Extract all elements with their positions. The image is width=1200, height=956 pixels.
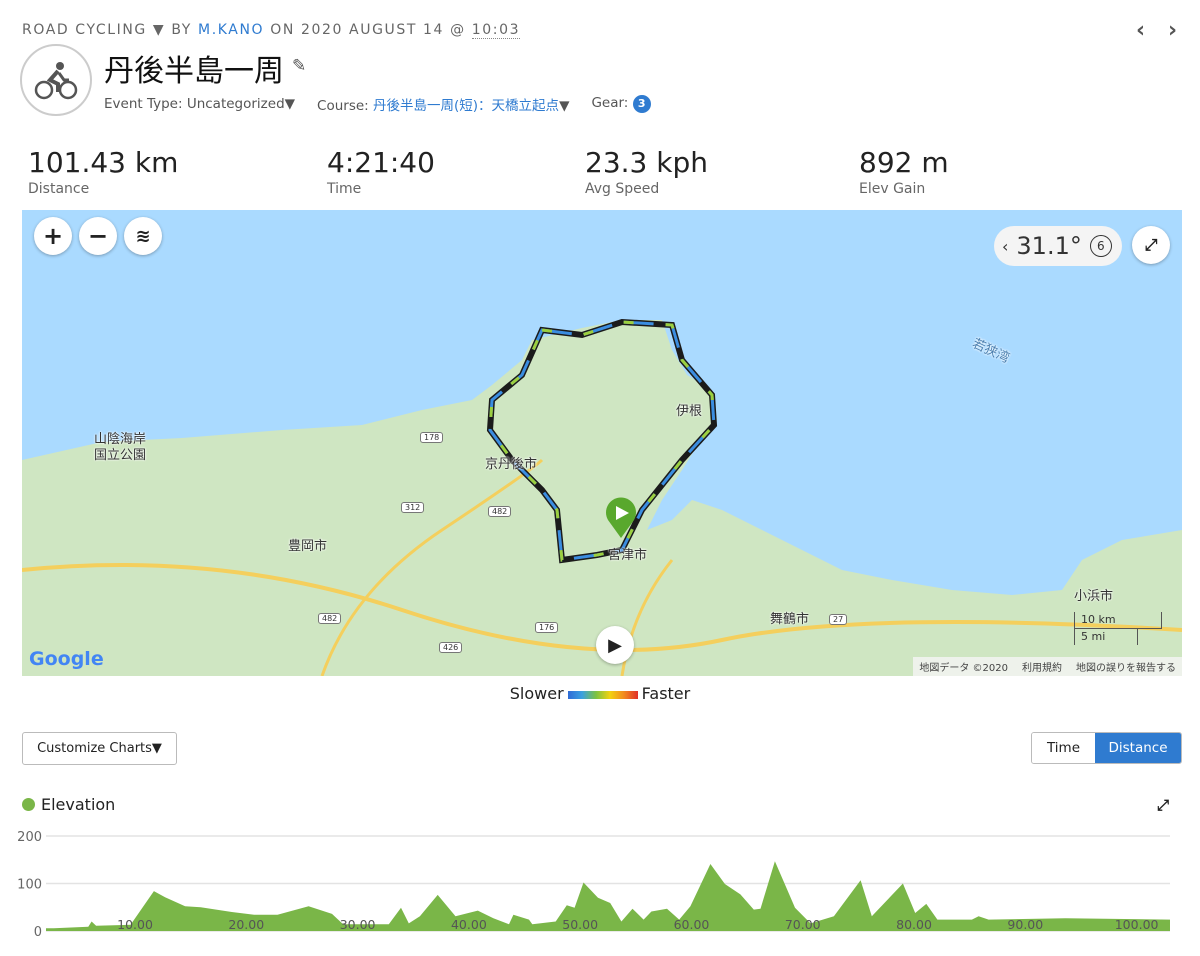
- course-link[interactable]: 丹後半島一周(短)：天橋立起点: [373, 98, 559, 114]
- layers-icon[interactable]: ≋: [124, 217, 162, 255]
- edit-pencil-icon[interactable]: ✎: [292, 56, 306, 76]
- x-tick-label: 80.00: [896, 917, 932, 932]
- x-tick-label: 60.00: [674, 917, 710, 932]
- time-text: 10:03: [471, 22, 521, 39]
- speed-legend: Slower Faster: [0, 684, 1200, 703]
- stat-label: Avg Speed: [585, 181, 660, 197]
- google-logo: Google: [29, 648, 104, 670]
- user-link[interactable]: M.KANO: [198, 22, 264, 38]
- map-label: 伊根: [676, 404, 703, 419]
- x-tick-label: 70.00: [785, 917, 821, 932]
- x-tick-label: 90.00: [1007, 917, 1043, 932]
- event-type-label: Event Type: Uncategorized: [104, 96, 285, 112]
- x-tick-label: 40.00: [451, 917, 487, 932]
- route-shield: 482: [318, 613, 342, 624]
- map-label: 小浜市: [1074, 589, 1114, 604]
- map-label: 宮津市: [608, 548, 648, 563]
- map-terrain: [22, 318, 1182, 676]
- course-label: Course:: [317, 98, 369, 114]
- legend-slower: Slower: [509, 684, 564, 703]
- gear-label: Gear:: [591, 95, 629, 111]
- x-tick-label: 50.00: [562, 917, 598, 932]
- map-label: 国立公園: [94, 448, 147, 463]
- map-scale: 10 km 5 mi: [1074, 612, 1164, 645]
- stat-label: Elev Gain: [859, 181, 926, 197]
- map-label: 舞鶴市: [770, 612, 810, 627]
- gear[interactable]: Gear: 3: [591, 95, 651, 113]
- stat-value: 23.3 kph: [585, 146, 708, 179]
- date-text: ON 2020 AUGUST 14 @: [270, 22, 466, 38]
- activity-meta: ROAD CYCLING ▼ BY M.KANO ON 2020 AUGUST …: [22, 22, 521, 39]
- route-shield: 426: [439, 642, 463, 653]
- expand-chart-icon[interactable]: ⤢: [1157, 796, 1169, 814]
- scale-mi: 5 mi: [1074, 629, 1138, 645]
- stat-avg-speed: 23.3 kph Avg Speed: [585, 146, 708, 197]
- cycling-icon: [20, 44, 92, 116]
- route-map[interactable]: 山陰海岸 国立公園 豊岡市 京丹後市 宮津市 舞鶴市 小浜市 伊根 若狭湾 17…: [22, 210, 1182, 676]
- stat-time: 4:21:40 Time: [327, 146, 435, 197]
- fullscreen-icon[interactable]: ⤢: [1132, 226, 1170, 264]
- activity-subinfo: Event Type: Uncategorized▼ Course: 丹後半島一…: [104, 94, 651, 114]
- chart-title: Elevation: [41, 795, 116, 814]
- map-data-text: 地図データ ©2020: [919, 663, 1008, 674]
- y-tick-label: 100: [17, 878, 42, 893]
- route-shield: 178: [420, 432, 444, 443]
- caret-down-icon[interactable]: ▼: [153, 22, 165, 38]
- rotate-left-icon[interactable]: ‹: [1002, 237, 1008, 256]
- stat-label: Distance: [28, 181, 90, 197]
- scale-km: 10 km: [1074, 612, 1162, 629]
- time-toggle[interactable]: Time: [1032, 733, 1095, 763]
- stat-elev-gain: 892 m Elev Gain: [859, 146, 949, 197]
- map-attribution: 地図データ ©2020 利用規約 地図の誤りを報告する: [913, 657, 1182, 676]
- stat-value: 892 m: [859, 146, 949, 179]
- heading-control[interactable]: ‹ 31.1° 6: [994, 226, 1122, 266]
- elevation-chart-title: Elevation: [22, 795, 115, 814]
- next-activity-icon[interactable]: ›: [1168, 18, 1177, 43]
- x-axis-toggle: Time Distance: [1031, 732, 1182, 764]
- stat-distance: 101.43 km Distance: [28, 146, 178, 197]
- rotate-icon[interactable]: 6: [1089, 235, 1112, 257]
- x-tick-label: 10.00: [117, 917, 153, 932]
- speed-gradient: [567, 690, 638, 699]
- route-shield: 176: [535, 622, 559, 633]
- y-tick-label: 0: [34, 925, 42, 940]
- zoom-in-button[interactable]: +: [34, 217, 72, 255]
- activity-title[interactable]: 丹後半島一周: [104, 46, 284, 90]
- heading-value: 31.1°: [1016, 232, 1082, 260]
- report-error-link[interactable]: 地図の誤りを報告する: [1076, 659, 1176, 674]
- start-marker-icon[interactable]: [604, 496, 638, 544]
- elevation-chart[interactable]: 0 100 200 10.00 20.00 30.00 40.00 50.00 60.00 70.…: [0, 820, 1200, 956]
- stat-label: Time: [327, 181, 362, 197]
- event-type-dropdown[interactable]: Event Type: Uncategorized▼: [104, 96, 295, 112]
- map-label: 豊岡市: [288, 539, 328, 554]
- gear-count-badge[interactable]: 3: [632, 95, 651, 113]
- map-label: 京丹後市: [485, 457, 538, 472]
- activity-type-dropdown[interactable]: ROAD CYCLING: [22, 22, 147, 38]
- play-button[interactable]: ▶: [596, 626, 634, 664]
- elevation-legend-dot: [22, 798, 35, 811]
- by-text: BY: [171, 22, 192, 38]
- x-tick-label: 30.00: [340, 917, 376, 932]
- stat-value: 4:21:40: [327, 146, 435, 179]
- elevation-area: [46, 861, 1170, 931]
- customize-charts-button[interactable]: Customize Charts▼: [22, 732, 177, 765]
- x-tick-label: 20.00: [228, 917, 264, 932]
- terms-link[interactable]: 利用規約: [1022, 659, 1062, 674]
- y-tick-label: 200: [17, 830, 42, 845]
- course-dropdown[interactable]: Course: 丹後半島一周(短)：天橋立起点▼: [317, 94, 569, 114]
- x-tick-label: 100.00: [1115, 917, 1159, 932]
- stat-value: 101.43 km: [28, 146, 179, 179]
- previous-activity-icon[interactable]: ‹: [1136, 18, 1145, 43]
- route-shield: 482: [488, 506, 512, 517]
- route-shield: 312: [401, 502, 425, 513]
- legend-faster: Faster: [641, 684, 691, 703]
- distance-toggle[interactable]: Distance: [1095, 733, 1181, 763]
- route-shield: 27: [829, 614, 848, 625]
- zoom-out-button[interactable]: −: [79, 217, 117, 255]
